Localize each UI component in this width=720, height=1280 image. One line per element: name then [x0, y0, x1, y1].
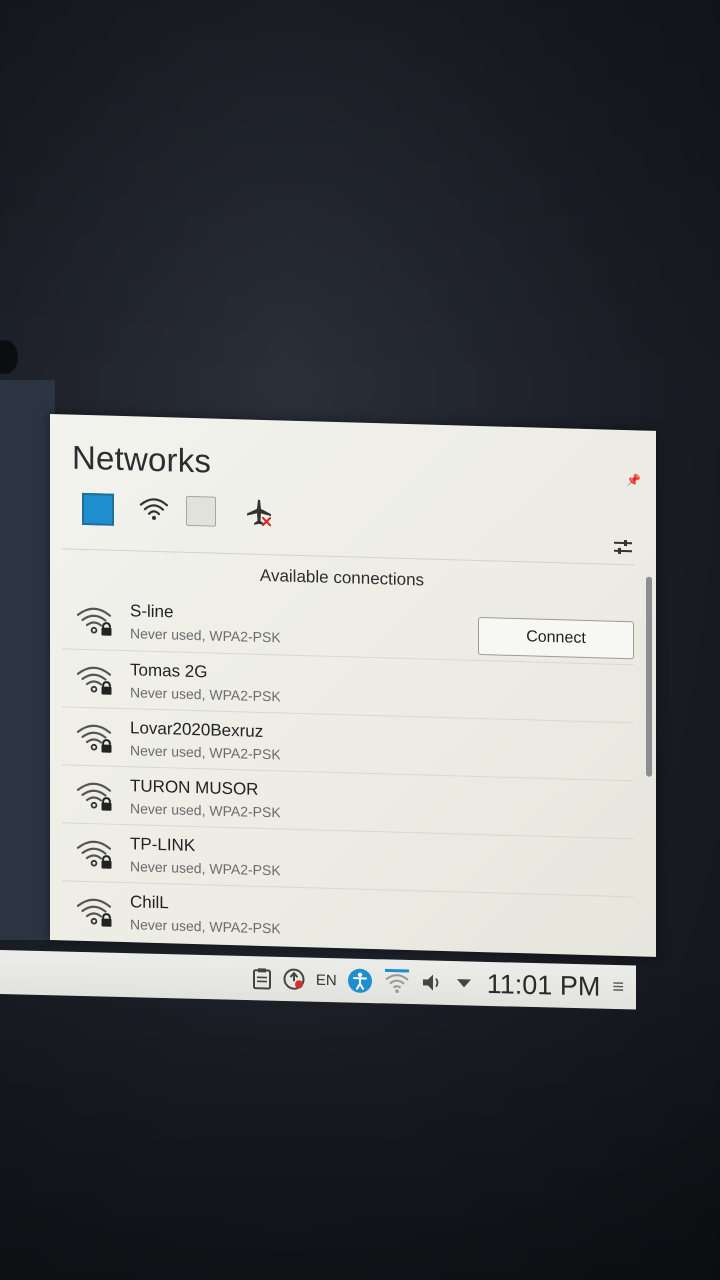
network-list: S-line Never used, WPA2-PSK Connect Toma… [62, 590, 634, 953]
pin-icon[interactable]: 📌 [626, 473, 641, 487]
hamburger-menu-icon[interactable]: ≡ [612, 975, 624, 998]
network-detail: Never used, WPA2-PSK [130, 858, 281, 879]
network-name: TURON MUSOR [130, 776, 259, 799]
network-name: S-line [130, 601, 174, 622]
clipboard-icon[interactable] [252, 967, 272, 990]
clock[interactable]: 11:01 PM [487, 968, 601, 1002]
list-scrollbar[interactable] [646, 576, 652, 777]
networks-panel: Networks 📌 Available connections S-line … [50, 414, 656, 957]
network-detail: Never used, WPA2-PSK [130, 684, 281, 705]
wifi-secured-icon [74, 834, 118, 873]
mobile-broadband-toggle-icon[interactable] [186, 495, 218, 529]
wifi-secured-icon [74, 601, 118, 640]
network-detail: Never used, WPA2-PSK [130, 916, 281, 937]
network-name: Tomas 2G [130, 660, 208, 682]
connect-button[interactable]: Connect [478, 616, 634, 660]
network-detail: Never used, WPA2-PSK [130, 742, 281, 763]
panel-title: Networks [72, 438, 212, 480]
volume-icon[interactable] [421, 971, 445, 994]
desktop-window-edge [0, 380, 55, 940]
network-tray-icon[interactable] [383, 968, 411, 995]
ethernet-toggle-icon[interactable] [82, 492, 114, 526]
accessibility-icon[interactable] [347, 967, 373, 994]
network-name: ChilL [130, 892, 169, 913]
wifi-icon[interactable] [138, 494, 170, 527]
available-connections-header: Available connections [259, 565, 425, 590]
network-toolbar [82, 492, 622, 544]
wifi-secured-icon [74, 776, 118, 815]
wifi-secured-icon [74, 892, 118, 931]
network-detail: Never used, WPA2-PSK [130, 625, 281, 646]
wifi-secured-icon [74, 718, 118, 757]
airplane-mode-icon[interactable] [244, 497, 276, 530]
system-tray: EN 11:01 PM ≡ [242, 962, 624, 1003]
configure-icon[interactable] [612, 536, 634, 559]
keyboard-layout-indicator[interactable]: EN [316, 971, 337, 989]
wifi-secured-icon [74, 660, 118, 699]
network-name: TP-LINK [130, 834, 196, 856]
network-name: Lovar2020Bexruz [130, 718, 264, 741]
expand-tray-icon[interactable] [455, 977, 473, 989]
network-detail: Never used, WPA2-PSK [130, 800, 281, 821]
update-notifier-icon[interactable] [282, 967, 306, 992]
